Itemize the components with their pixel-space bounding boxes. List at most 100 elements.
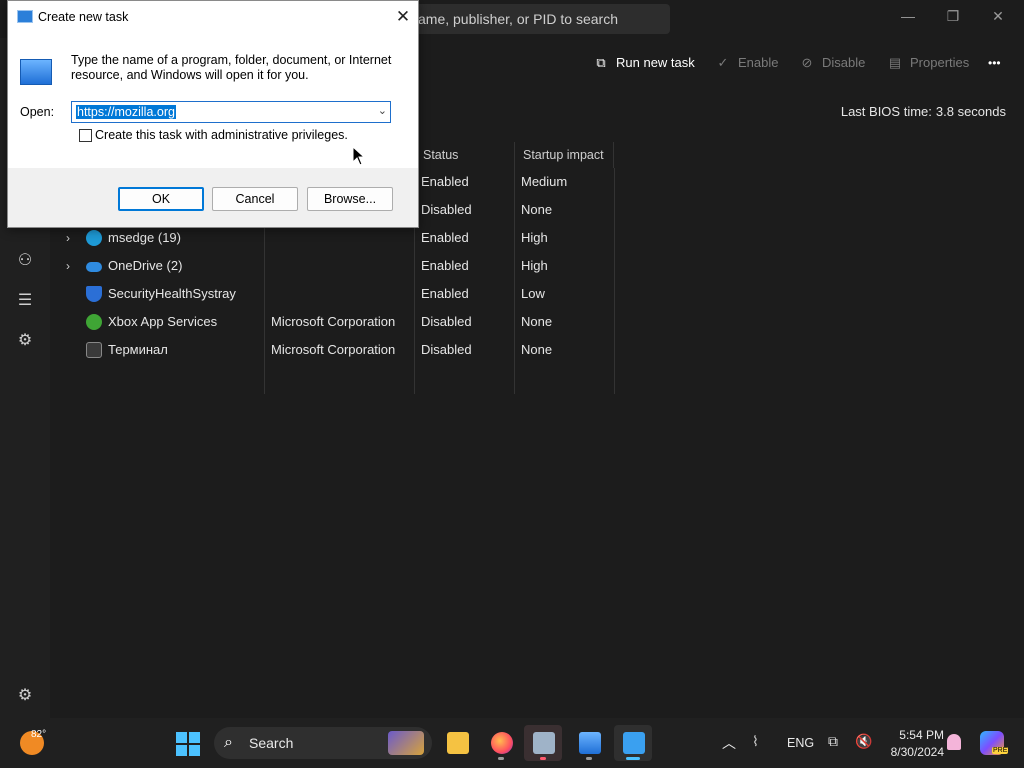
status-cell: Enabled	[421, 258, 469, 273]
run-icon	[623, 732, 645, 754]
status-cell: Disabled	[421, 202, 472, 217]
impact-cell: Low	[521, 286, 545, 301]
clock-time[interactable]: 5:54 PM	[886, 728, 944, 742]
firefox-icon	[491, 732, 513, 754]
run-dialog-button[interactable]	[614, 725, 652, 761]
firefox-button[interactable]	[482, 725, 520, 761]
services-icon[interactable]: ⚙	[12, 328, 38, 354]
onedrive-icon	[86, 262, 102, 272]
taskbar-search[interactable]: ⌕ Search	[214, 727, 432, 759]
impact-cell: None	[521, 314, 553, 329]
app-name: OneDrive (2)	[108, 258, 183, 273]
active-indicator	[626, 757, 640, 760]
run-task-icon: ⧉	[596, 55, 606, 70]
table-row[interactable]: Xbox App Services Microsoft Corporation …	[62, 308, 614, 336]
clock-date[interactable]: 8/30/2024	[880, 745, 944, 759]
impact-cell: High	[521, 230, 548, 245]
cancel-button[interactable]: Cancel	[212, 187, 298, 211]
search-highlight-icon	[388, 731, 424, 755]
bios-time: Last BIOS time: 3.8 seconds	[841, 104, 1006, 119]
settings-icon[interactable]: ⚙	[12, 683, 38, 709]
table-row[interactable]: › msedge (19) Enabled High	[62, 224, 614, 252]
restore-icon[interactable]: ❐	[930, 4, 976, 28]
properties-label: Properties	[910, 55, 970, 70]
task-manager-button[interactable]	[570, 725, 608, 761]
column-header-startup-impact[interactable]: Startup impact	[514, 142, 614, 168]
app-name: SecurityHealthSystray	[108, 286, 236, 301]
app-button[interactable]	[524, 725, 562, 761]
status-cell: Disabled	[421, 314, 472, 329]
bios-label: Last BIOS time:	[840, 104, 932, 119]
open-label: Open:	[20, 105, 55, 119]
column-header-status[interactable]: Status	[414, 142, 514, 168]
disable-icon: ⊘	[801, 55, 813, 70]
more-options-button[interactable]: •••	[988, 44, 1001, 82]
impact-cell: None	[521, 342, 553, 357]
enable-button[interactable]: ✓ Enable	[712, 44, 779, 82]
language-indicator[interactable]: ENG	[787, 736, 814, 750]
users-icon[interactable]: ⚇	[12, 248, 38, 274]
impact-cell: None	[521, 202, 553, 217]
ok-button[interactable]: OK	[118, 187, 204, 211]
close-icon[interactable]: ✕	[975, 4, 1021, 28]
disable-label: Disable	[822, 55, 866, 70]
open-input-value[interactable]: https://mozilla.org	[76, 105, 176, 119]
mouse-cursor-icon	[352, 146, 366, 166]
dialog-title: Create new task	[38, 10, 129, 24]
app-name: Терминал	[108, 342, 168, 357]
run-new-task-label: Run new task	[616, 55, 695, 70]
bios-value: 3.8 seconds	[935, 104, 1006, 119]
weather-temperature: 82°	[31, 729, 47, 740]
publisher-cell: Microsoft Corporation	[271, 342, 396, 357]
toolbar: ⧉ Run new task ✓ Enable ⊘ Disable ▤ Properti…	[420, 44, 1024, 82]
dialog-description: Type the name of a program, folder, docu…	[71, 53, 392, 82]
details-icon[interactable]: ☰	[12, 288, 38, 314]
search-icon: ⌕	[224, 734, 233, 751]
impact-cell: Medium	[521, 174, 568, 189]
dialog-title-bar: Create new task ✕	[8, 1, 418, 33]
volume-muted-icon[interactable]: 🔇	[855, 733, 872, 750]
network-icon[interactable]: ⌇	[752, 733, 759, 750]
table-row[interactable]: Терминал Microsoft Corporation Disabled …	[62, 336, 614, 364]
properties-button[interactable]: ▤ Properties	[884, 44, 969, 82]
app-name: Xbox App Services	[108, 314, 218, 329]
browse-button[interactable]: Browse...	[307, 187, 393, 211]
disable-button[interactable]: ⊘ Disable	[796, 44, 866, 82]
app-icon	[533, 732, 555, 754]
status-cell: Enabled	[421, 230, 469, 245]
open-combobox[interactable]: https://mozilla.org ⌄	[71, 101, 391, 123]
impact-cell: High	[521, 258, 548, 273]
terminal-icon	[86, 342, 102, 358]
run-new-task-button[interactable]: ⧉ Run new task	[590, 44, 695, 82]
desktop: ame, publisher, or PID to search — ❐ ✕ ⚇…	[0, 0, 1024, 768]
search-input[interactable]: ame, publisher, or PID to search	[380, 4, 670, 34]
notification-icon[interactable]	[947, 734, 961, 750]
column-divider	[614, 168, 615, 394]
check-icon: ✓	[717, 55, 729, 70]
chevron-up-icon[interactable]: ︿	[722, 733, 736, 753]
table-row[interactable]: SecurityHealthSystray Enabled Low	[62, 280, 614, 308]
app-name: msedge (19)	[108, 230, 181, 245]
minimize-icon[interactable]: —	[885, 4, 931, 28]
running-indicator	[498, 757, 504, 760]
edge-icon	[86, 230, 102, 246]
task-manager-icon	[579, 732, 601, 754]
close-button[interactable]: ✕	[388, 1, 418, 33]
folder-icon	[447, 732, 469, 754]
running-indicator	[540, 757, 546, 760]
chevron-down-icon[interactable]: ⌄	[378, 104, 387, 117]
display-icon[interactable]: ⧉	[828, 733, 838, 750]
status-cell: Enabled	[421, 286, 469, 301]
chevron-right-icon[interactable]: ›	[66, 224, 78, 252]
shield-icon	[86, 286, 102, 302]
start-icon[interactable]	[176, 732, 200, 756]
chevron-right-icon[interactable]: ›	[66, 252, 78, 280]
admin-privileges-checkbox[interactable]	[79, 129, 92, 142]
preview-badge: PRE	[992, 747, 1009, 754]
xbox-icon	[86, 314, 102, 330]
create-new-task-dialog: Create new task ✕ Type the name of a pro…	[7, 0, 419, 228]
admin-privileges-label[interactable]: Create this task with administrative pri…	[95, 128, 348, 142]
file-explorer-button[interactable]	[438, 725, 476, 761]
status-cell: Enabled	[421, 174, 469, 189]
table-row[interactable]: › OneDrive (2) Enabled High	[62, 252, 614, 280]
